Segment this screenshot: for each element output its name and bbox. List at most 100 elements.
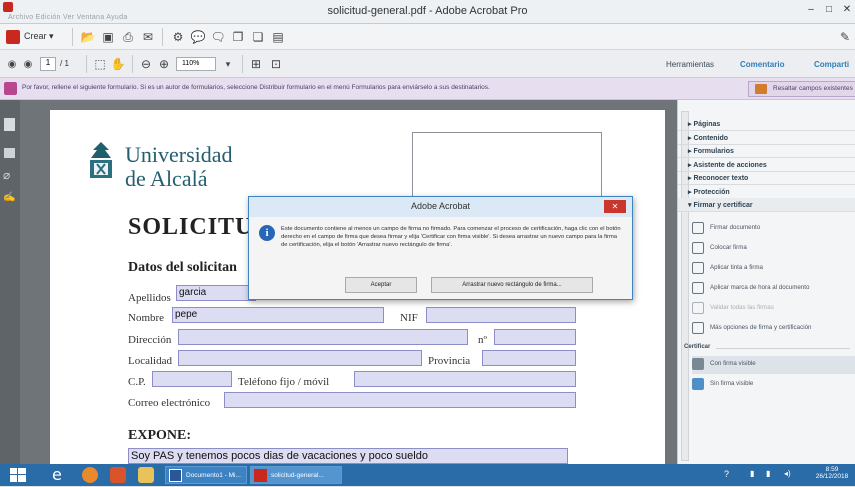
tray-volume-icon[interactable]: ◂) bbox=[784, 469, 791, 478]
maximize-button[interactable]: □ bbox=[822, 4, 836, 15]
window-title: solicitud-general.pdf - Adobe Acrobat Pr… bbox=[327, 5, 528, 17]
highlight-fields-label: Resaltar campos existentes bbox=[773, 85, 853, 92]
settings-gear-icon[interactable]: ⚙ bbox=[170, 29, 186, 45]
sign-tool-icon bbox=[692, 222, 704, 234]
tray-network-icon[interactable]: ▮ bbox=[750, 469, 754, 478]
sign-tool-item-1[interactable]: Colocar firma bbox=[692, 240, 855, 258]
numero-field[interactable] bbox=[494, 329, 576, 345]
pages-icon[interactable]: ❐ bbox=[230, 29, 246, 45]
certify-item-1[interactable]: Sin firma visible bbox=[692, 376, 855, 394]
previous-page-icon[interactable]: ◉ bbox=[4, 56, 20, 72]
label-nif: NIF bbox=[400, 312, 418, 324]
dialog-message: Este documento contiene al menos un camp… bbox=[281, 226, 621, 248]
expone-text-field[interactable]: Soy PAS y tenemos pocos dias de vacacion… bbox=[128, 448, 568, 464]
correo-field[interactable] bbox=[224, 392, 576, 408]
certify-item-label: Sin firma visible bbox=[710, 380, 754, 387]
page-thumbnails-icon[interactable] bbox=[4, 118, 15, 131]
tools-section-5[interactable]: ▸ Protección bbox=[678, 185, 855, 199]
zoom-value: 110% bbox=[182, 60, 200, 67]
firefox-icon[interactable] bbox=[82, 467, 98, 483]
cp-field[interactable] bbox=[152, 371, 232, 387]
tab-tools[interactable]: Herramientas bbox=[666, 60, 714, 69]
hand-tool-icon[interactable]: ✋ bbox=[110, 56, 126, 72]
main-toolbar: Crear ▾ 📂 ▣ ⎙ ✉ ⚙ 💬 🗨 ❐ ❏ ▤ ✎ bbox=[0, 24, 855, 50]
localidad-field[interactable] bbox=[178, 350, 422, 366]
tray-clock[interactable]: 8:59 26/12/2018 bbox=[814, 466, 850, 480]
direccion-field[interactable] bbox=[178, 329, 468, 345]
office-icon[interactable] bbox=[110, 467, 126, 483]
file-explorer-icon[interactable] bbox=[138, 467, 154, 483]
zoom-out-icon[interactable]: ⊖ bbox=[138, 56, 154, 72]
print-icon[interactable]: ⎙ bbox=[120, 29, 136, 45]
tray-help-icon[interactable]: ? bbox=[724, 469, 729, 479]
fit-width-icon[interactable]: ⊡ bbox=[268, 56, 284, 72]
label-provincia: Provincia bbox=[428, 355, 471, 367]
sign-tool-label: Más opciones de firma y certificación bbox=[710, 324, 812, 331]
export-icon[interactable]: ❏ bbox=[250, 29, 266, 45]
zoom-level-select[interactable]: 110% bbox=[176, 57, 216, 71]
minimize-button[interactable]: – bbox=[804, 4, 818, 15]
sign-tool-icon bbox=[692, 322, 704, 334]
windows-start-icon[interactable] bbox=[10, 468, 26, 482]
open-folder-icon[interactable]: 📂 bbox=[80, 29, 96, 45]
section-chevron-icon: ▸ bbox=[688, 148, 694, 155]
signatures-icon[interactable]: ✍ bbox=[3, 192, 15, 203]
next-page-icon[interactable]: ◉ bbox=[20, 56, 36, 72]
accept-button[interactable]: Aceptar bbox=[345, 277, 417, 293]
email-icon[interactable]: ✉ bbox=[140, 29, 156, 45]
tools-section-firmar-certificar[interactable]: ▾ Firmar y certificar bbox=[678, 198, 855, 212]
comment-bubble-icon[interactable]: 💬 bbox=[190, 29, 206, 45]
page-number-input[interactable]: 1 bbox=[40, 57, 56, 71]
form-notice-bar: Por favor, rellene el siguiente formular… bbox=[0, 78, 855, 100]
select-cursor-icon[interactable]: ⬚ bbox=[92, 56, 108, 72]
bookmarks-icon[interactable] bbox=[4, 148, 15, 158]
provincia-field[interactable] bbox=[482, 350, 576, 366]
telefono-field[interactable] bbox=[354, 371, 576, 387]
drag-new-signature-button[interactable]: Arrastrar nuevo rectángulo de firma... bbox=[431, 277, 593, 293]
zoom-in-icon[interactable]: ⊕ bbox=[156, 56, 172, 72]
navigation-toolbar: ◉ ◉ 1 / 1 ⬚ ✋ ⊖ ⊕ 110% ▾ ⊞ ⊡ Herramienta… bbox=[0, 50, 855, 78]
tools-section-2[interactable]: ▸ Formularios bbox=[678, 144, 855, 158]
tools-section-4[interactable]: ▸ Reconocer texto bbox=[678, 171, 855, 185]
taskbar-acrobat-document[interactable]: solicitud-general... bbox=[250, 466, 342, 484]
speech-icon[interactable]: 🗨 bbox=[210, 29, 226, 45]
dialog-title: Adobe Acrobat bbox=[410, 201, 471, 211]
fit-page-icon[interactable]: ⊞ bbox=[248, 56, 264, 72]
sign-tool-item-3[interactable]: Aplicar marca de hora al documento bbox=[692, 280, 855, 298]
create-icon bbox=[6, 30, 20, 44]
sign-tool-item-4[interactable]: Validar todas las firmas bbox=[692, 300, 855, 318]
nombre-field[interactable]: pepe bbox=[172, 307, 384, 323]
customize-toolbar-icon[interactable]: ✎ bbox=[837, 29, 853, 45]
sign-tool-item-5[interactable]: Más opciones de firma y certificación bbox=[692, 320, 855, 338]
sign-tool-item-2[interactable]: Aplicar tinta a firma bbox=[692, 260, 855, 278]
combine-icon[interactable]: ▤ bbox=[270, 29, 286, 45]
section-chevron-icon: ▸ bbox=[688, 121, 694, 128]
section-chevron-icon: ▸ bbox=[688, 161, 694, 169]
highlight-fields-button[interactable]: Resaltar campos existentes bbox=[748, 81, 855, 97]
windows-taskbar: e Documento1 - Mi... solicitud-general..… bbox=[0, 464, 855, 486]
tools-section-0[interactable]: ▸ Páginas bbox=[678, 117, 855, 131]
dialog-close-button[interactable]: ✕ bbox=[604, 200, 626, 213]
internet-explorer-icon[interactable]: e bbox=[52, 467, 68, 483]
visible-signature-icon bbox=[692, 358, 704, 370]
tray-battery-icon[interactable]: ▮ bbox=[766, 469, 770, 478]
attachments-paperclip-icon[interactable]: ⌀ bbox=[3, 168, 10, 182]
label-direccion: Dirección bbox=[128, 334, 172, 346]
save-icon[interactable]: ▣ bbox=[100, 29, 116, 45]
zoom-dropdown-icon[interactable]: ▾ bbox=[220, 56, 236, 72]
certify-item-0[interactable]: Con firma visible bbox=[692, 356, 855, 374]
sign-tool-item-0[interactable]: Firmar documento bbox=[692, 220, 855, 238]
tools-section-3[interactable]: ▸ Asistente de acciones bbox=[678, 158, 855, 172]
tab-comment[interactable]: Comentario bbox=[740, 60, 784, 69]
section-chevron-icon: ▸ bbox=[688, 188, 694, 196]
menu-bar[interactable]: Archivo Edición Ver Ventana Ayuda bbox=[8, 14, 128, 21]
create-button[interactable]: Crear ▾ bbox=[4, 28, 62, 46]
invisible-signature-icon bbox=[692, 378, 704, 390]
apellidos-field[interactable]: garcia bbox=[176, 285, 256, 301]
tab-share[interactable]: Comparti bbox=[814, 60, 849, 69]
university-name-line1: Universidad bbox=[125, 142, 233, 167]
taskbar-word-document[interactable]: Documento1 - Mi... bbox=[165, 466, 247, 484]
nif-field[interactable] bbox=[426, 307, 576, 323]
tools-section-1[interactable]: ▸ Contenido bbox=[678, 131, 855, 145]
close-window-button[interactable]: ✕ bbox=[840, 4, 854, 15]
